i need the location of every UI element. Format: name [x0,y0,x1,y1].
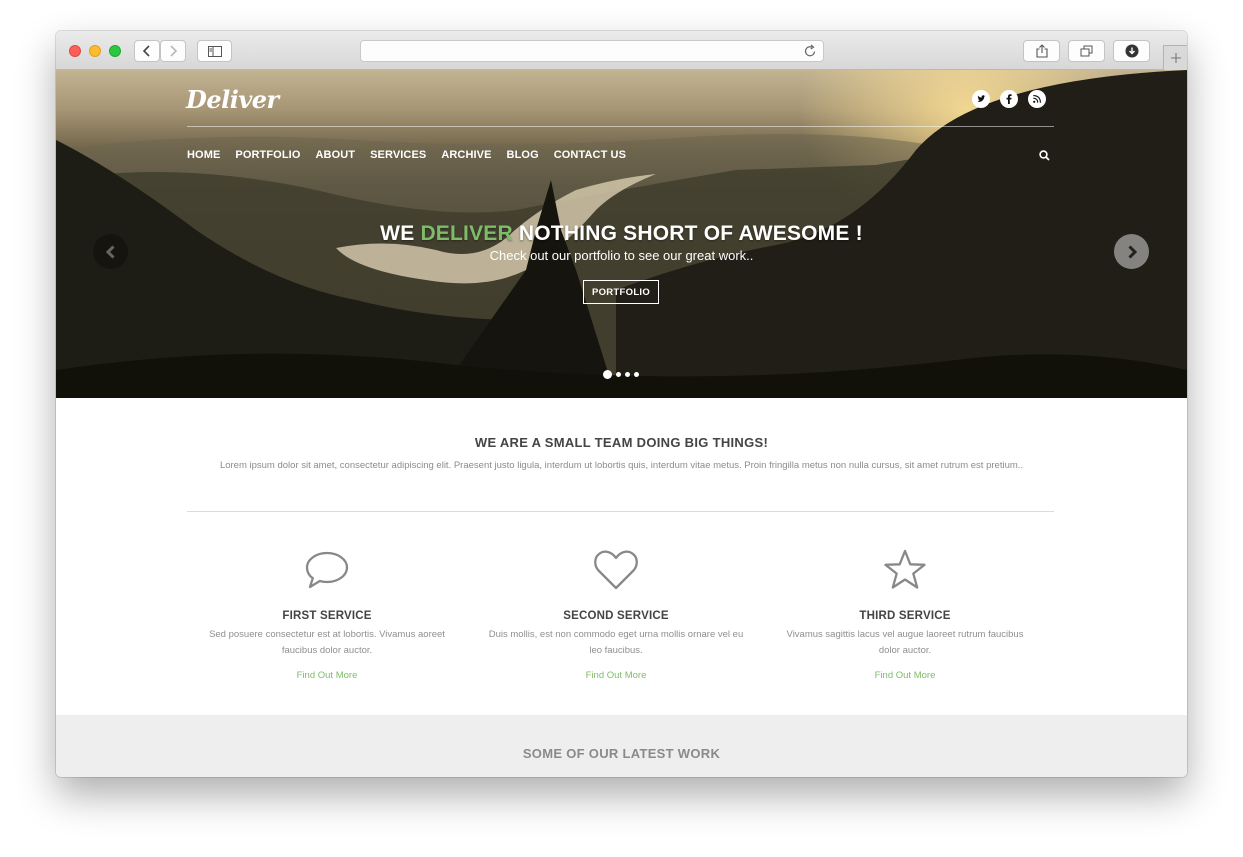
slider-prev-button[interactable] [93,234,128,269]
main-navigation: HOME PORTFOLIO ABOUT SERVICES ARCHIVE BL… [187,149,626,161]
nav-home[interactable]: HOME [187,149,220,161]
nav-blog[interactable]: BLOG [507,149,539,161]
headline-accent: DELIVER [420,222,513,245]
chevron-left-icon [142,45,150,57]
intro-title: WE ARE A SMALL TEAM DOING BIG THINGS! [474,435,769,450]
browser-toolbar [56,31,1187,70]
search-icon[interactable] [1039,150,1050,161]
forward-button[interactable] [160,40,186,62]
twitter-icon[interactable] [972,90,990,108]
slider-next-button[interactable] [1114,234,1149,269]
share-button[interactable] [1023,40,1060,62]
service-title: FIRST SERVICE [282,610,372,622]
find-out-more-link[interactable]: Find Out More [775,670,1035,681]
hero-subline: Check out our portfolio to see our great… [489,248,754,263]
latest-work-section: SOME OF OUR LATEST WORK [56,715,1187,777]
nav-archive[interactable]: ARCHIVE [441,149,491,161]
service-card-second: SECOND SERVICE Duis mollis, est non comm… [486,546,746,681]
address-bar[interactable] [360,40,824,62]
service-card-first: FIRST SERVICE Sed posuere consectetur es… [197,546,457,681]
nav-services[interactable]: SERVICES [370,149,426,161]
service-description-line: Vivamus sagittis lacus vel augue laoreet… [786,629,1024,640]
nav-about[interactable]: ABOUT [315,149,355,161]
service-description-line: faucibus dolor auctor. [281,645,373,656]
downloads-button[interactable] [1113,40,1150,62]
service-description: Vivamus sagittis lacus vel augue laoreet… [775,627,1035,659]
slider-dot[interactable] [625,372,630,377]
nav-contact-us[interactable]: CONTACT US [554,149,626,161]
section-divider [187,511,1054,512]
chevron-right-icon [170,45,178,57]
facebook-icon[interactable] [1000,90,1018,108]
sidebar-icon [207,45,222,57]
hero-slider: Deliver HOME PORTFOLIO ABOUT SERVICES AR… [56,70,1187,398]
sidebar-toggle-button[interactable] [197,40,232,62]
slider-dot[interactable] [634,372,639,377]
service-description-line: dolor auctor. [878,645,932,656]
chevron-right-icon [1127,244,1137,259]
slider-dot[interactable] [616,372,621,377]
download-icon [1125,44,1138,58]
headline-suffix: NOTHING SHORT OF AWESOME ! [512,222,863,245]
hero-headline: WE DELIVER NOTHING SHORT OF AWESOME ! [56,222,1187,246]
header-divider [187,126,1054,127]
reload-icon[interactable] [804,44,817,58]
portfolio-button[interactable]: PORTFOLIO [583,280,659,304]
back-button[interactable] [134,40,160,62]
nav-portfolio[interactable]: PORTFOLIO [235,149,300,161]
slider-dot[interactable] [603,370,612,379]
headline-prefix: WE [380,222,421,245]
service-description-line: leo faucibus. [589,645,643,656]
rss-icon[interactable] [1028,90,1046,108]
tabs-overview-button[interactable] [1068,40,1105,62]
heart-icon [594,550,638,590]
new-tab-button[interactable] [1163,45,1187,70]
speech-bubble-icon [305,551,349,589]
zoom-window-button[interactable] [109,45,121,57]
service-description-line: Duis mollis, est non commodo eget urna m… [488,629,744,640]
service-description: Sed posuere consectetur est at lobortis.… [197,627,457,659]
close-window-button[interactable] [69,45,81,57]
find-out-more-link[interactable]: Find Out More [197,670,457,681]
minimize-window-button[interactable] [89,45,101,57]
star-icon [884,549,926,589]
tabs-icon [1080,45,1093,57]
service-title: SECOND SERVICE [563,610,669,622]
find-out-more-link[interactable]: Find Out More [486,670,746,681]
share-icon [1035,44,1048,58]
service-description: Duis mollis, est non commodo eget urna m… [486,627,746,659]
service-title: THIRD SERVICE [859,610,951,622]
plus-icon [1170,53,1181,63]
browser-window: Deliver HOME PORTFOLIO ABOUT SERVICES AR… [56,31,1187,777]
slider-pagination [603,370,639,379]
chevron-left-icon [105,244,115,259]
site-logo[interactable]: Deliver [186,85,279,114]
service-card-third: THIRD SERVICE Vivamus sagittis lacus vel… [775,546,1035,681]
latest-work-title: SOME OF OUR LATEST WORK [522,746,721,761]
service-description-line: Sed posuere consectetur est at lobortis.… [209,629,445,640]
intro-text: Lorem ipsum dolor sit amet, consectetur … [219,460,1024,471]
